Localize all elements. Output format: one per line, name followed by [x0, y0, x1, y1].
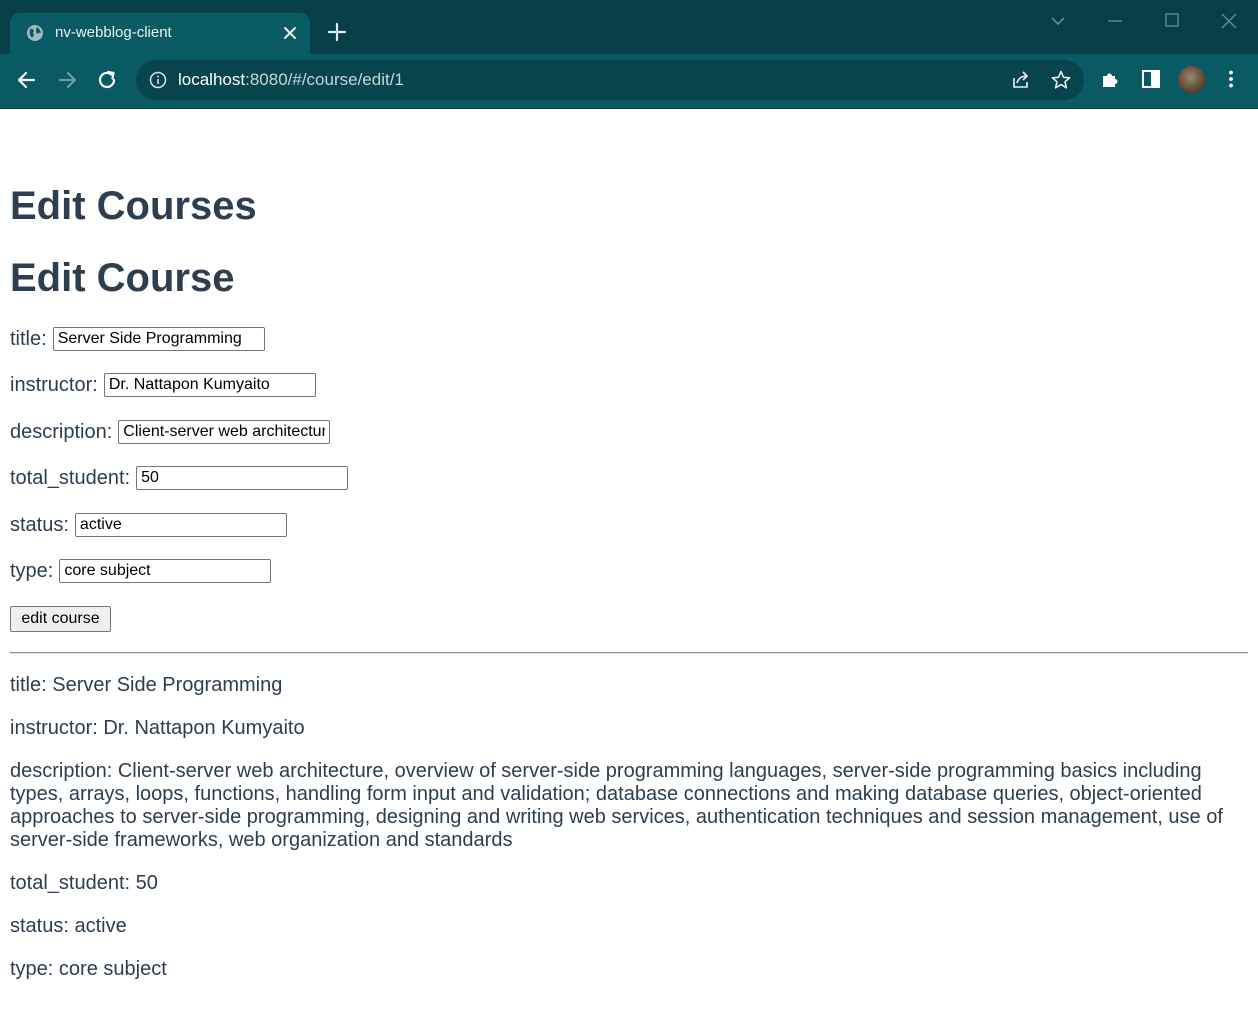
- detail-title: title: Server Side Programming: [10, 674, 283, 696]
- form-title: Edit Course: [10, 256, 235, 300]
- type-row: type:: [10, 557, 272, 585]
- instructor-row: instructor:: [10, 371, 316, 399]
- total-student-row: total_student:: [10, 464, 349, 492]
- total-student-label: total_student:: [10, 466, 131, 489]
- close-icon[interactable]: [280, 23, 300, 43]
- back-arrow-icon[interactable]: [14, 67, 40, 93]
- detail-status: status: active: [10, 915, 127, 937]
- description-row: description:: [10, 418, 331, 446]
- type-label: type:: [10, 559, 54, 582]
- browser-chrome: nv-webblog-client localhost:8080/#/cours…: [0, 0, 1258, 109]
- url-host: localhost: [178, 70, 246, 89]
- url-text: localhost:8080/#/course/edit/1: [178, 70, 404, 90]
- close-icon[interactable]: [1218, 10, 1240, 32]
- description-label: description:: [10, 420, 113, 443]
- detail-instructor: instructor: Dr. Nattapon Kumyaito: [10, 717, 305, 739]
- total-student-input[interactable]: [136, 466, 349, 490]
- status-row: status:: [10, 511, 287, 539]
- detail-total-student: total_student: 50: [10, 872, 158, 894]
- address-bar[interactable]: localhost:8080/#/course/edit/1: [136, 60, 1084, 100]
- page-title: Edit Courses: [10, 184, 257, 228]
- tab-title: nv-webblog-client: [55, 24, 172, 41]
- description-input[interactable]: [118, 420, 331, 444]
- title-input[interactable]: [52, 327, 265, 351]
- avatar[interactable]: [1178, 66, 1206, 94]
- share-icon[interactable]: [1010, 69, 1032, 91]
- status-input[interactable]: [74, 513, 287, 537]
- maximize-icon[interactable]: [1161, 10, 1183, 32]
- edit-course-button[interactable]: edit course: [10, 606, 111, 632]
- puzzle-icon[interactable]: [1100, 68, 1122, 90]
- forward-arrow-icon[interactable]: [54, 67, 80, 93]
- info-icon[interactable]: [149, 71, 167, 89]
- instructor-label: instructor:: [10, 373, 98, 396]
- star-icon[interactable]: [1050, 69, 1072, 91]
- more-vert-icon[interactable]: [1220, 68, 1242, 90]
- reload-icon[interactable]: [94, 67, 120, 93]
- detail-type: type: core subject: [10, 958, 167, 980]
- page-content: Edit Courses Edit Course title: instruct…: [0, 108, 1258, 1017]
- minimize-icon[interactable]: [1104, 10, 1126, 32]
- detail-description: description: Client-server web architect…: [10, 760, 1223, 851]
- instructor-input[interactable]: [103, 373, 316, 397]
- browser-tab[interactable]: nv-webblog-client: [10, 13, 310, 54]
- title-label: title:: [10, 327, 47, 350]
- type-input[interactable]: [59, 559, 272, 583]
- chevron-down-icon[interactable]: [1047, 10, 1069, 32]
- globe-icon: [27, 25, 43, 41]
- tab-strip: nv-webblog-client: [0, 0, 1258, 54]
- side-panel-icon[interactable]: [1140, 68, 1162, 90]
- browser-toolbar: localhost:8080/#/course/edit/1: [0, 54, 1258, 106]
- section-divider: [10, 652, 1248, 654]
- url-path: :8080/#/course/edit/1: [245, 70, 404, 89]
- plus-icon[interactable]: [326, 21, 348, 43]
- status-label: status:: [10, 513, 69, 536]
- title-row: title:: [10, 325, 265, 353]
